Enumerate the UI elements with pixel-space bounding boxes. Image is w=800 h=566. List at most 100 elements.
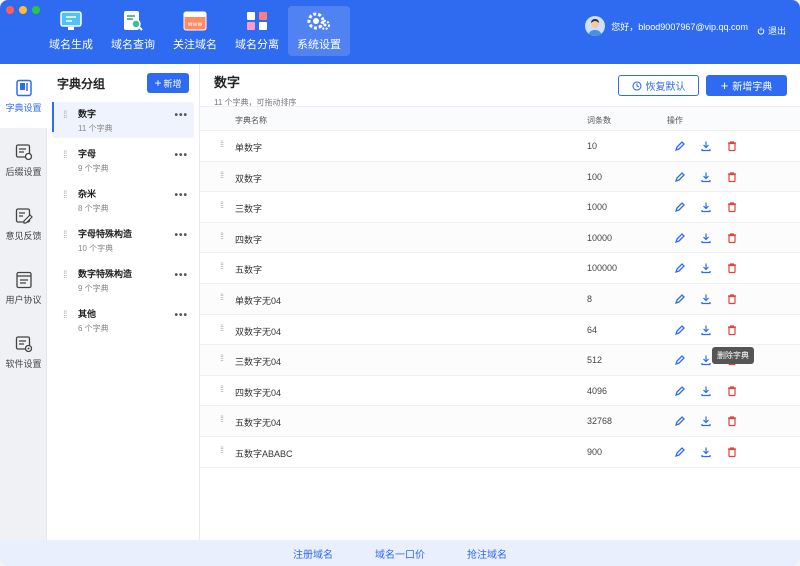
drag-handle-icon[interactable]: ⁞⁞	[63, 191, 67, 201]
table-row[interactable]: ⁞⁞ 四数字无04 4096	[200, 376, 800, 407]
nav-watch-domains[interactable]: www 关注域名	[164, 6, 226, 56]
edit-icon[interactable]	[674, 201, 686, 213]
drag-handle-icon[interactable]: ⁞⁞	[220, 262, 224, 271]
delete-icon[interactable]	[726, 201, 738, 213]
table-row[interactable]: ⁞⁞ 单数字 10	[200, 131, 800, 162]
drag-handle-icon[interactable]: ⁞⁞	[220, 140, 224, 149]
restore-default-button[interactable]: 恢复默认	[618, 75, 699, 96]
drag-handle-icon[interactable]: ⁞⁞	[220, 231, 224, 240]
delete-icon[interactable]	[726, 171, 738, 183]
drag-handle-icon[interactable]: ⁞⁞	[220, 354, 224, 363]
more-options-icon[interactable]: •••	[174, 150, 188, 161]
group-item[interactable]: ⁞⁞ 字母 9 个字典 •••	[52, 142, 194, 178]
rail-item-agreement[interactable]: 用户协议	[0, 256, 47, 320]
power-icon	[757, 26, 765, 35]
drag-handle-icon[interactable]: ⁞⁞	[220, 415, 224, 424]
delete-icon[interactable]	[726, 324, 738, 336]
download-icon[interactable]	[700, 293, 712, 305]
delete-icon[interactable]	[726, 415, 738, 427]
drag-handle-icon[interactable]: ⁞⁞	[220, 384, 224, 393]
delete-icon[interactable]	[726, 385, 738, 397]
add-group-button[interactable]: + 新增	[147, 73, 189, 93]
logout-button[interactable]: 退出	[757, 24, 786, 37]
table-row[interactable]: ⁞⁞ 三数字无04 512	[200, 345, 800, 376]
zoom-window-button[interactable]	[32, 6, 40, 14]
more-options-icon[interactable]: •••	[174, 310, 188, 321]
download-icon[interactable]	[700, 201, 712, 213]
drag-handle-icon[interactable]: ⁞⁞	[63, 311, 67, 321]
top-header: 域名生成 域名查询 www 关注域名 域名分离 系统设置 您好，blood900…	[0, 0, 800, 64]
user-info[interactable]: 您好，blood9007967@vip.qq.com	[585, 16, 748, 36]
more-options-icon[interactable]: •••	[174, 110, 188, 121]
main-header: 数字 11 个字典，可拖动排序 恢复默认 + 新增字典	[200, 64, 800, 107]
drag-handle-icon[interactable]: ⁞⁞	[63, 151, 67, 161]
edit-icon[interactable]	[674, 262, 686, 274]
edit-icon[interactable]	[674, 140, 686, 152]
nav-domain-query[interactable]: 域名查询	[102, 6, 164, 56]
rail-item-software[interactable]: 软件设置	[0, 320, 47, 384]
group-item[interactable]: ⁞⁞ 数字特殊构造 9 个字典 •••	[52, 262, 194, 298]
edit-icon[interactable]	[674, 232, 686, 244]
delete-icon[interactable]	[726, 446, 738, 458]
delete-icon[interactable]	[726, 232, 738, 244]
table-row[interactable]: ⁞⁞ 四数字 10000	[200, 222, 800, 254]
table-row[interactable]: ⁞⁞ 五数字无04 32768	[200, 406, 800, 437]
edit-icon[interactable]	[674, 446, 686, 458]
drag-handle-icon[interactable]: ⁞⁞	[220, 323, 224, 332]
download-icon[interactable]	[700, 385, 712, 397]
nav-domain-split[interactable]: 域名分离	[226, 6, 288, 56]
edit-icon[interactable]	[674, 293, 686, 305]
table-row[interactable]: ⁞⁞ 五数字 100000	[200, 253, 800, 284]
download-icon[interactable]	[700, 354, 712, 366]
nav-domain-generate[interactable]: 域名生成	[40, 6, 102, 56]
footer-link-register-domain[interactable]: 注册域名	[293, 546, 333, 561]
download-icon[interactable]	[700, 324, 712, 336]
group-item[interactable]: ⁞⁞ 字母特殊构造 10 个字典 •••	[52, 222, 194, 258]
more-options-icon[interactable]: •••	[174, 270, 188, 281]
drag-handle-icon[interactable]: ⁞⁞	[220, 201, 224, 210]
group-item[interactable]: ⁞⁞ 杂米 8 个字典 •••	[52, 182, 194, 218]
new-dictionary-button[interactable]: + 新增字典	[706, 75, 787, 96]
table-row[interactable]: ⁞⁞ 单数字无04 8	[200, 283, 800, 315]
edit-icon[interactable]	[674, 324, 686, 336]
footer-link-backorder[interactable]: 抢注域名	[467, 546, 507, 561]
download-icon[interactable]	[700, 140, 712, 152]
edit-icon[interactable]	[674, 171, 686, 183]
rail-label: 软件设置	[5, 358, 42, 369]
drag-handle-icon[interactable]: ⁞⁞	[220, 170, 224, 179]
nav-label: 域名查询	[111, 39, 155, 51]
more-options-icon[interactable]: •••	[174, 190, 188, 201]
edit-icon[interactable]	[674, 415, 686, 427]
delete-icon[interactable]	[726, 293, 738, 305]
delete-icon[interactable]	[726, 262, 738, 274]
rail-item-dictionary[interactable]: 字典设置	[0, 64, 47, 128]
table-row[interactable]: ⁞⁞ 三数字 1000	[200, 192, 800, 223]
edit-icon[interactable]	[674, 354, 686, 366]
nav-system-settings[interactable]: 系统设置	[288, 6, 350, 56]
group-item[interactable]: ⁞⁞ 数字 11 个字典 •••	[52, 102, 194, 138]
group-count: 10 个字典	[78, 244, 114, 253]
table-row[interactable]: ⁞⁞ 双数字 100	[200, 161, 800, 193]
drag-handle-icon[interactable]: ⁞⁞	[63, 111, 67, 121]
download-icon[interactable]	[700, 171, 712, 183]
rail-item-feedback[interactable]: 意见反馈	[0, 192, 47, 256]
drag-handle-icon[interactable]: ⁞⁞	[220, 292, 224, 301]
footer-link-fixed-price[interactable]: 域名一口价	[375, 546, 425, 561]
rail-item-suffix[interactable]: 后缀设置	[0, 128, 47, 192]
minimize-window-button[interactable]	[19, 6, 27, 14]
drag-handle-icon[interactable]: ⁞⁞	[63, 231, 67, 241]
delete-icon[interactable]	[726, 140, 738, 152]
new-dictionary-label: 新增字典	[732, 82, 773, 93]
drag-handle-icon[interactable]: ⁞⁞	[220, 445, 224, 454]
download-icon[interactable]	[700, 415, 712, 427]
group-item[interactable]: ⁞⁞ 其他 6 个字典 •••	[52, 302, 194, 338]
table-row[interactable]: ⁞⁞ 五数字ABABC 900	[200, 437, 800, 468]
download-icon[interactable]	[700, 232, 712, 244]
download-icon[interactable]	[700, 262, 712, 274]
close-window-button[interactable]	[6, 6, 14, 14]
edit-icon[interactable]	[674, 385, 686, 397]
more-options-icon[interactable]: •••	[174, 230, 188, 241]
table-row[interactable]: ⁞⁞ 双数字无04 64	[200, 315, 800, 346]
drag-handle-icon[interactable]: ⁞⁞	[63, 271, 67, 281]
download-icon[interactable]	[700, 446, 712, 458]
